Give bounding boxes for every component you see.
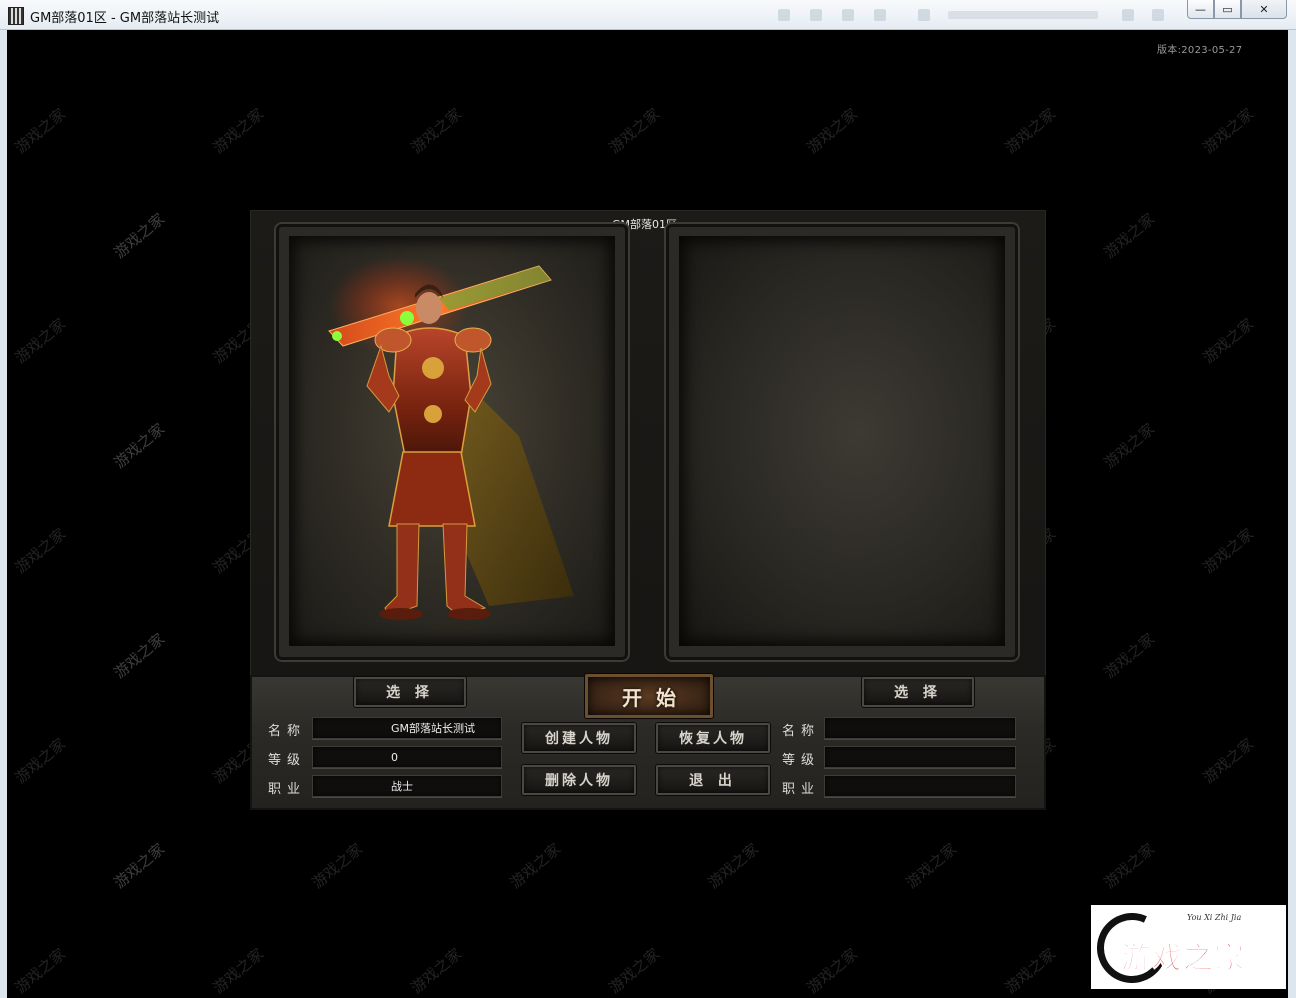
watermark-text: 游戏之家 <box>902 839 961 893</box>
right-class-label: 职业 <box>782 782 821 797</box>
right-name-field <box>824 717 1016 739</box>
maximize-button[interactable]: ▭ <box>1214 0 1241 19</box>
restore-character-button[interactable]: 恢复人物 <box>656 723 770 753</box>
watermark-text: 游戏之家 <box>1001 944 1060 998</box>
left-level-label: 等级 <box>268 753 307 768</box>
watermark-text: 游戏之家 <box>1199 314 1258 368</box>
watermark-text: 游戏之家 <box>110 629 169 683</box>
watermark-text: 游戏之家 <box>209 944 268 998</box>
logo-script-text: You Xi Zhi Jia <box>1187 913 1242 922</box>
watermark-text: 游戏之家 <box>11 104 70 158</box>
watermark-text: 游戏之家 <box>803 944 862 998</box>
left-level-field: 0 <box>312 746 502 768</box>
watermark-text: 游戏之家 <box>1199 104 1258 158</box>
right-character-slot[interactable] <box>666 224 1018 660</box>
watermark-text: 游戏之家 <box>803 104 862 158</box>
watermark-text: 游戏之家 <box>1100 839 1159 893</box>
watermark-text: 游戏之家 <box>506 839 565 893</box>
create-character-button[interactable]: 创建人物 <box>522 723 636 753</box>
right-class-field <box>824 775 1016 797</box>
watermark-text: 游戏之家 <box>605 104 664 158</box>
app-icon <box>8 7 24 25</box>
watermark-text: 游戏之家 <box>605 944 664 998</box>
watermark-text: 游戏之家 <box>110 839 169 893</box>
select-right-button[interactable]: 选 择 <box>862 677 974 707</box>
watermark-text: 游戏之家 <box>407 104 466 158</box>
right-character-portrait-empty[interactable] <box>679 236 1005 646</box>
watermark-text: 游戏之家 <box>308 839 367 893</box>
version-label: 版本:2023-05-27 <box>1157 45 1243 56</box>
watermark-text: 游戏之家 <box>110 419 169 473</box>
youxizhijia-logo: You Xi Zhi Jia 游戏之家 <box>1087 903 1286 993</box>
select-left-button[interactable]: 选 择 <box>354 677 466 707</box>
titlebar-faint-toolbar <box>770 9 1170 23</box>
warrior-character-image <box>328 256 574 620</box>
watermark-text: 游戏之家 <box>11 524 70 578</box>
left-character-slot[interactable] <box>276 224 628 660</box>
minimize-button[interactable]: — <box>1187 0 1214 19</box>
watermark-text: 游戏之家 <box>209 104 268 158</box>
start-game-button[interactable]: 开始 <box>585 674 713 718</box>
close-button[interactable]: ✕ <box>1241 0 1287 19</box>
watermark-text: 游戏之家 <box>1100 209 1159 263</box>
left-character-portrait[interactable] <box>289 236 615 646</box>
watermark-text: 游戏之家 <box>704 839 763 893</box>
right-level-field <box>824 746 1016 768</box>
watermark-text: 游戏之家 <box>110 209 169 263</box>
right-name-label: 名称 <box>782 724 821 739</box>
watermark-text: 游戏之家 <box>11 314 70 368</box>
delete-character-button[interactable]: 删除人物 <box>522 765 636 795</box>
watermark-text: 游戏之家 <box>1100 629 1159 683</box>
watermark-text: 游戏之家 <box>1199 734 1258 788</box>
watermark-text: 游戏之家 <box>110 419 169 473</box>
watermark-text: 游戏之家 <box>407 944 466 998</box>
left-class-field: 战士 <box>312 775 502 797</box>
watermark-text: 游戏之家 <box>110 629 169 683</box>
right-level-label: 等级 <box>782 753 821 768</box>
window-title: GM部落01区 - GM部落站长测试 <box>30 11 220 26</box>
left-name-field: GM部落站长测试 <box>312 717 502 739</box>
logo-text: 游戏之家 <box>1121 941 1245 977</box>
watermark-text: 游戏之家 <box>11 944 70 998</box>
watermark-text: 游戏之家 <box>110 839 169 893</box>
watermark-text: 游戏之家 <box>1001 104 1060 158</box>
watermark-text: 游戏之家 <box>11 734 70 788</box>
watermark-text: 游戏之家 <box>1100 419 1159 473</box>
left-class-label: 职业 <box>268 782 307 797</box>
watermark-text: 游戏之家 <box>1199 524 1258 578</box>
window-titlebar[interactable]: GM部落01区 - GM部落站长测试 — ▭ ✕ <box>0 0 1296 30</box>
watermark-text: 游戏之家 <box>110 209 169 263</box>
left-name-label: 名称 <box>268 724 307 739</box>
exit-button[interactable]: 退 出 <box>656 765 770 795</box>
